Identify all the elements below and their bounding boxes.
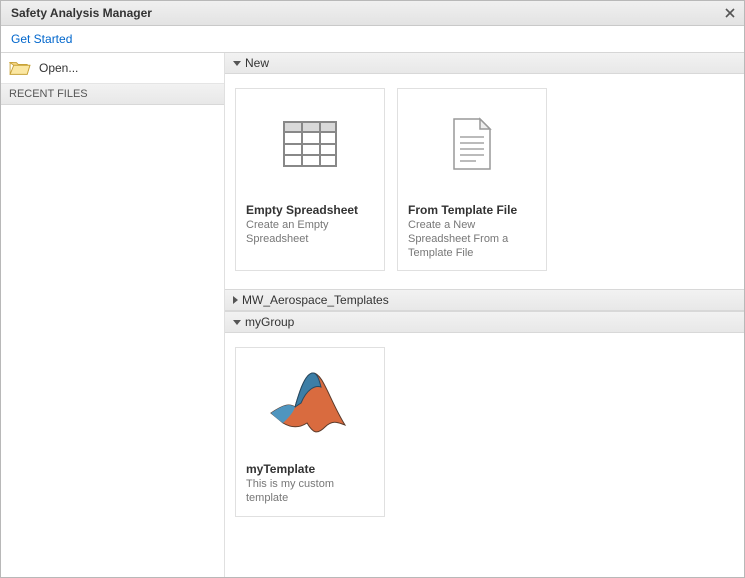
folder-open-icon (9, 59, 31, 77)
sidebar: Open... RECENT FILES (1, 53, 225, 577)
section-header-aerospace[interactable]: MW_Aerospace_Templates (225, 289, 744, 311)
card-title: Empty Spreadsheet (246, 203, 374, 217)
card-meta: From Template File Create a New Spreadsh… (398, 199, 546, 270)
card-title: myTemplate (246, 462, 374, 476)
card-empty-spreadsheet[interactable]: Empty Spreadsheet Create an Empty Spread… (235, 88, 385, 271)
section-header-new[interactable]: New (225, 53, 744, 74)
card-desc: This is my custom template (246, 478, 374, 506)
section-body-new: Empty Spreadsheet Create an Empty Spread… (225, 74, 744, 289)
card-desc: Create an Empty Spreadsheet (246, 219, 374, 247)
section-label: New (245, 56, 269, 70)
open-label: Open... (39, 61, 78, 75)
card-from-template[interactable]: From Template File Create a New Spreadsh… (397, 88, 547, 271)
document-icon (450, 117, 494, 171)
chevron-down-icon (233, 61, 241, 66)
card-meta: Empty Spreadsheet Create an Empty Spread… (236, 199, 384, 257)
close-icon (725, 8, 735, 18)
card-thumb (398, 89, 546, 199)
card-title: From Template File (408, 203, 536, 217)
body: Open... RECENT FILES New (1, 53, 744, 577)
window-title: Safety Analysis Manager (11, 6, 722, 20)
close-button[interactable] (722, 5, 738, 21)
spreadsheet-icon (282, 120, 338, 168)
chevron-down-icon (233, 320, 241, 325)
section-header-mygroup[interactable]: myGroup (225, 311, 744, 333)
app-window: Safety Analysis Manager Get Started Open (0, 0, 745, 578)
section-body-mygroup: myTemplate This is my custom template (225, 333, 744, 535)
section-label: MW_Aerospace_Templates (242, 293, 389, 307)
card-desc: Create a New Spreadsheet From a Template… (408, 219, 536, 260)
main-panel: New Empty Sprea (225, 53, 744, 577)
recent-files-header: RECENT FILES (1, 84, 224, 105)
card-mytemplate[interactable]: myTemplate This is my custom template (235, 347, 385, 517)
link-row: Get Started (1, 26, 744, 53)
titlebar: Safety Analysis Manager (1, 1, 744, 26)
get-started-link[interactable]: Get Started (11, 32, 72, 46)
card-thumb (236, 348, 384, 458)
chevron-right-icon (233, 296, 238, 304)
card-meta: myTemplate This is my custom template (236, 458, 384, 516)
card-thumb (236, 89, 384, 199)
open-button[interactable]: Open... (1, 53, 224, 84)
matlab-logo-icon (265, 363, 355, 443)
section-label: myGroup (245, 315, 294, 329)
